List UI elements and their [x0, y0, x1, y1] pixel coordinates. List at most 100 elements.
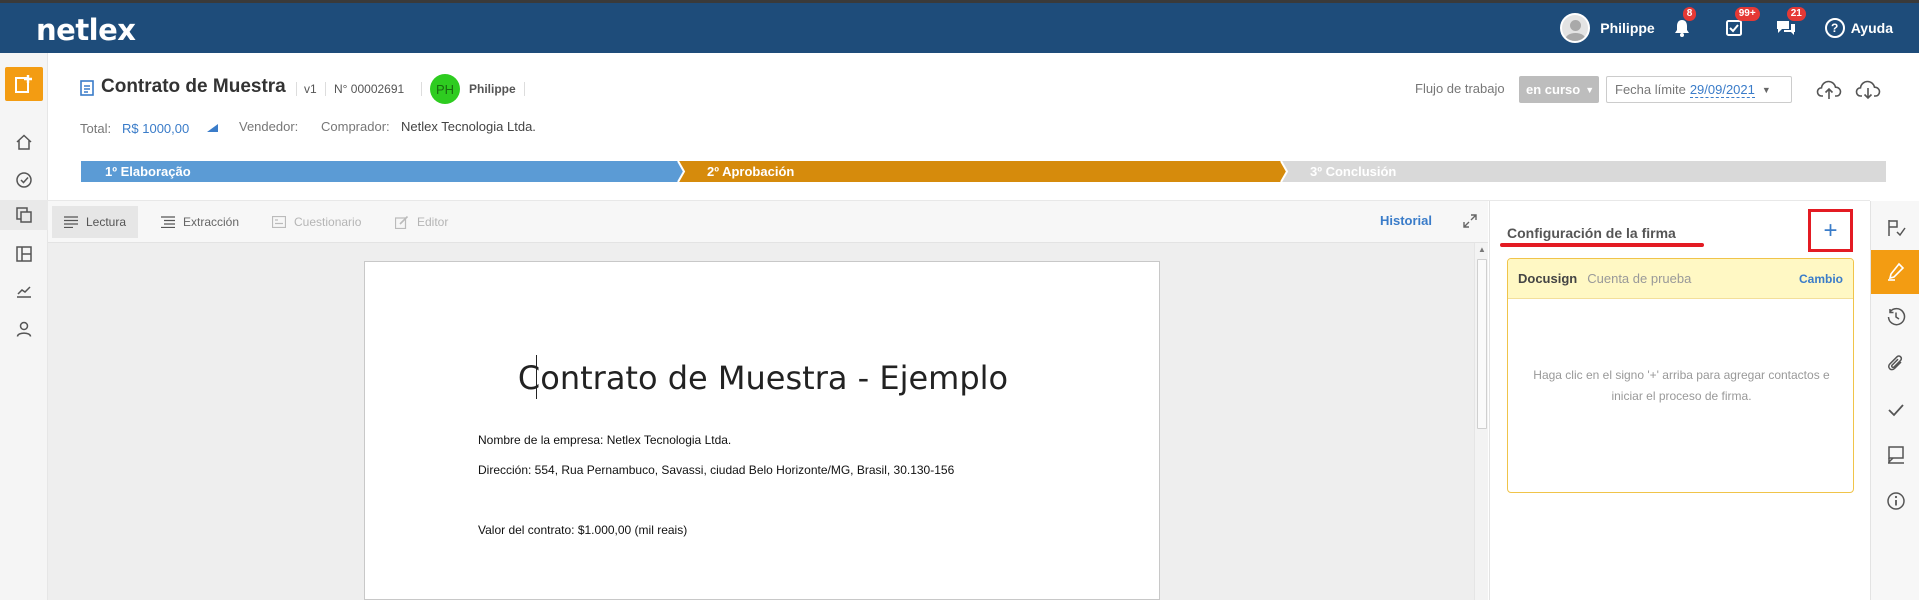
line-chart-icon	[17, 286, 31, 298]
workflow-status-select[interactable]: en curso ▼	[1519, 76, 1599, 103]
rail-approve-button[interactable]	[1871, 388, 1919, 432]
chat-bubbles-icon	[1776, 21, 1795, 35]
add-signer-button[interactable]: +	[1808, 209, 1853, 252]
top-bar-actions: Philippe 8 99+ 21 ? Ayuda	[1560, 3, 1919, 53]
dashboard-nav-item[interactable]	[12, 168, 36, 192]
document-number: N° 00002691	[334, 82, 405, 96]
info-icon	[1886, 492, 1905, 510]
rail-comments-button[interactable]	[1871, 433, 1919, 477]
header-separator	[325, 82, 326, 96]
deadline-select[interactable]: Fecha límite 29/09/2021 ▼	[1606, 76, 1792, 103]
document-line: Nombre de la empresa: Netlex Tecnologia …	[478, 433, 732, 447]
seller-label: Vendedor:	[239, 119, 299, 134]
questionnaire-icon	[272, 216, 286, 228]
phase-3-label: 3º Conclusión	[1310, 164, 1397, 179]
help-label: Ayuda	[1850, 20, 1893, 36]
phase-2-label: 2º Aprobación	[707, 164, 795, 179]
kanban-icon	[16, 246, 32, 262]
history-link[interactable]: Historial	[1380, 213, 1432, 228]
signature-panel: Configuración de la firma + Docusign Cue…	[1489, 201, 1870, 600]
workflow-label: Flujo de trabajo	[1415, 81, 1505, 96]
caret-down-icon: ▼	[1585, 84, 1595, 95]
phase-1-label: 1º Elaboração	[105, 164, 191, 179]
reading-lines-icon	[64, 216, 78, 228]
scroll-up-arrow-icon[interactable]: ▲	[1478, 245, 1486, 254]
provider-account: Cuenta de prueba	[1587, 271, 1692, 286]
deadline-label: Fecha límite	[1615, 82, 1686, 97]
cloud-download-icon[interactable]	[1855, 79, 1881, 101]
signature-panel-title: Configuración de la firma	[1507, 225, 1676, 241]
top-bar: netlex Philippe 8 99+ 21 ? Ayuda	[0, 0, 1919, 53]
user-icon	[16, 321, 32, 337]
reports-nav-item[interactable]	[12, 279, 36, 303]
workflow-status-value: en curso	[1526, 82, 1581, 97]
tab-label: Editor	[417, 215, 449, 229]
right-rail	[1870, 201, 1919, 600]
users-nav-item[interactable]	[12, 317, 36, 341]
caret-down-icon: ▼	[1761, 84, 1771, 95]
messages-badge: 21	[1786, 7, 1806, 21]
rail-signature-button[interactable]	[1871, 250, 1919, 294]
rail-history-button[interactable]	[1871, 295, 1919, 339]
tasks-badge: 99+	[1734, 7, 1760, 21]
help-button[interactable]: ? Ayuda	[1824, 18, 1893, 38]
user-name[interactable]: Philippe	[1600, 20, 1654, 36]
tab-lectura[interactable]: Lectura	[52, 206, 139, 238]
header-separator	[524, 82, 525, 96]
flag-check-icon	[1887, 220, 1906, 237]
buyer-value[interactable]: Netlex Tecnologia Ltda.	[401, 119, 536, 134]
documents-nav-item[interactable]	[0, 200, 48, 230]
document-title[interactable]: Contrato de Muestra	[101, 76, 286, 98]
document-line: Dirección: 554, Rua Pernambuco, Savassi,…	[478, 463, 955, 477]
owner-avatar[interactable]: PH	[430, 74, 460, 104]
netlex-logo[interactable]: netlex	[36, 13, 136, 47]
document-heading: Contrato de Muestra - Ejemplo	[517, 359, 1009, 397]
signature-pen-icon	[1887, 262, 1904, 281]
notifications-button[interactable]: 8	[1669, 7, 1697, 41]
edit-pencil-icon	[395, 215, 409, 229]
history-clock-icon	[1887, 307, 1905, 326]
expand-icon[interactable]	[1463, 214, 1477, 228]
home-nav-item[interactable]	[12, 130, 36, 154]
messages-button[interactable]: 21	[1773, 7, 1806, 41]
scrollbar-thumb[interactable]	[1477, 259, 1487, 429]
tab-cuestionario[interactable]: Cuestionario	[260, 206, 373, 238]
bell-icon	[1674, 20, 1689, 37]
tasks-button[interactable]: 99+	[1721, 7, 1760, 41]
docusign-card-header: Docusign Cuenta de prueba Cambio	[1508, 259, 1853, 299]
document-version: v1	[304, 82, 317, 96]
header-separator	[296, 82, 297, 96]
tab-extraccion[interactable]: Extracción	[149, 206, 251, 238]
cloud-upload-icon[interactable]	[1816, 79, 1842, 101]
total-label: Total:	[80, 121, 112, 136]
phase-progress-bar: 1º Elaboração 2º Aprobación 3º Conclusió…	[81, 160, 1886, 183]
phase-shapes	[81, 160, 1886, 183]
rail-attachments-button[interactable]	[1871, 342, 1919, 386]
paperclip-icon	[1887, 355, 1902, 371]
extraction-list-icon	[161, 216, 175, 228]
rail-workflow-button[interactable]	[1871, 206, 1919, 250]
home-icon	[16, 134, 32, 150]
change-provider-link[interactable]: Cambio	[1799, 272, 1843, 286]
document-page[interactable]: Contrato de Muestra - Ejemplo Nombre de …	[364, 261, 1160, 600]
add-document-icon	[15, 75, 32, 93]
checkmark-icon	[1887, 404, 1904, 417]
new-document-button[interactable]	[5, 67, 43, 101]
corner-triangle-icon	[207, 124, 218, 132]
tab-label: Cuestionario	[294, 215, 362, 229]
tab-editor[interactable]: Editor	[383, 206, 460, 238]
documents-icon	[16, 207, 32, 223]
viewer-scrollbar[interactable]: ▲	[1474, 243, 1488, 600]
deadline-date[interactable]: 29/09/2021	[1689, 82, 1755, 98]
gauge-icon	[16, 172, 32, 188]
notifications-badge: 8	[1682, 7, 1697, 21]
total-value[interactable]: R$ 1000,00	[122, 121, 189, 136]
highlight-underline	[1500, 243, 1704, 247]
buyer-label: Comprador:	[321, 119, 390, 134]
rail-info-button[interactable]	[1871, 479, 1919, 523]
board-nav-item[interactable]	[12, 242, 36, 266]
tab-label: Lectura	[86, 215, 127, 229]
tab-label: Extracción	[183, 215, 240, 229]
user-avatar[interactable]	[1560, 13, 1591, 43]
provider-name: Docusign	[1518, 271, 1578, 286]
